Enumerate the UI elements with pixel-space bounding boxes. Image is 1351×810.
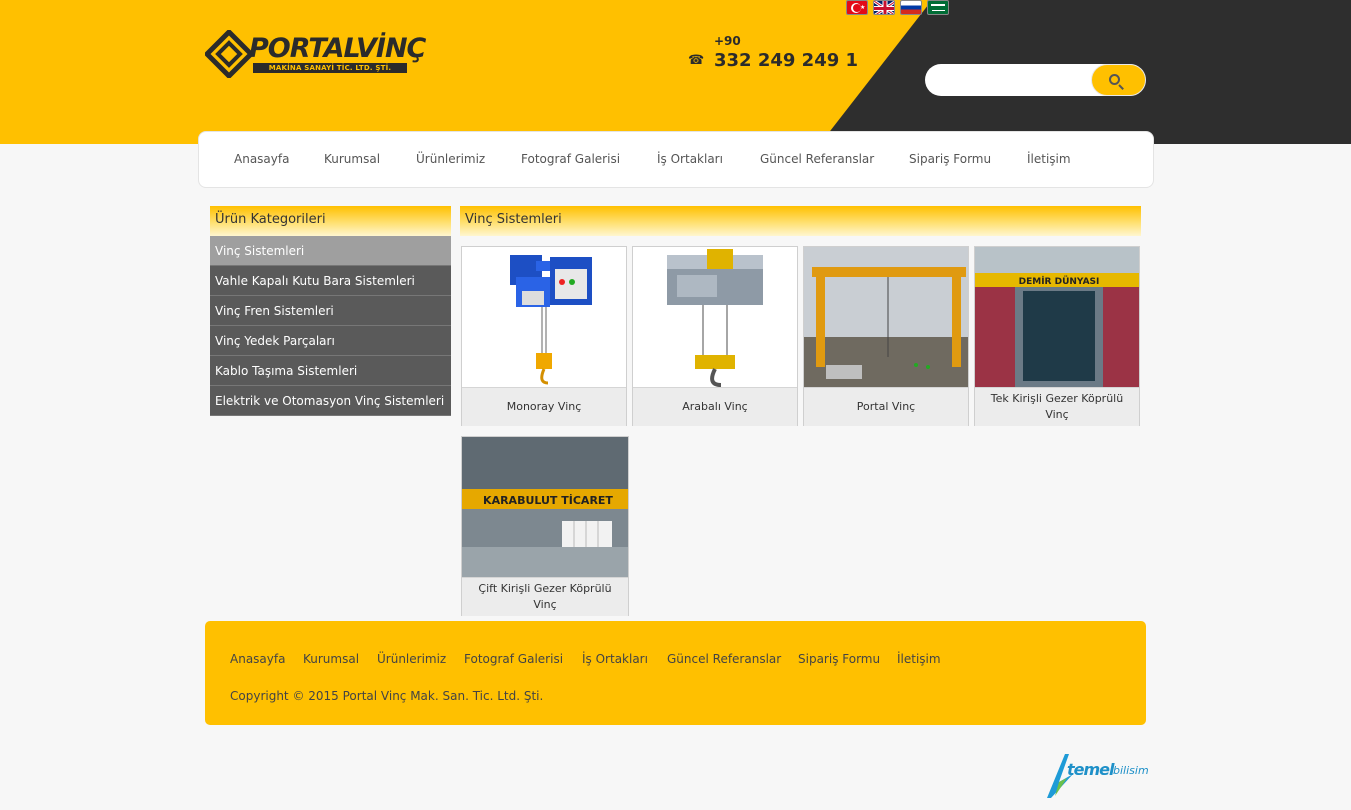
- category-sidebar: Ürün Kategorileri Vinç Sistemleri Vahle …: [210, 206, 451, 416]
- product-card[interactable]: Arabalı Vinç: [632, 246, 798, 426]
- developer-name: temel: [1067, 760, 1115, 779]
- footer-link-iletisim[interactable]: İletişim: [897, 652, 941, 666]
- product-image-monoray: [462, 247, 626, 387]
- main-navigation: Anasayfa Kurumsal Ürünlerimiz Fotograf G…: [198, 131, 1154, 188]
- nav-item-iletisim[interactable]: İletişim: [1027, 152, 1071, 166]
- footer: Anasayfa Kurumsal Ürünlerimiz Fotograf G…: [205, 621, 1146, 725]
- footer-link-guncel-referanslar[interactable]: Güncel Referanslar: [667, 652, 781, 666]
- footer-link-is-ortaklari[interactable]: İş Ortakları: [582, 652, 648, 666]
- product-image-portal: [804, 247, 968, 387]
- banner-text-karabulut: KARABULUT TİCARET: [483, 493, 613, 507]
- sidebar-item-kablo-tasima[interactable]: Kablo Taşıma Sistemleri: [210, 356, 451, 386]
- developer-suffix: bilisim: [1113, 764, 1149, 777]
- product-card[interactable]: DEMİR DÜNYASI Tek Kirişli Gezer Köprülü …: [974, 246, 1140, 426]
- footer-link-fotograf-galerisi[interactable]: Fotograf Galerisi: [464, 652, 563, 666]
- search-input[interactable]: [937, 70, 1087, 90]
- telephone-icon: ☎: [688, 53, 705, 68]
- footer-link-urunlerimiz[interactable]: Ürünlerimiz: [377, 652, 446, 666]
- site-logo[interactable]: PORTALVİNÇ MAKİNA SANAYİ TİC. LTD. ŞTİ.: [205, 30, 426, 78]
- product-image-arabali: [633, 247, 797, 387]
- language-selector: ★: [846, 0, 949, 16]
- phone-number: 332 249 249 1: [714, 50, 859, 71]
- nav-item-is-ortaklari[interactable]: İş Ortakları: [657, 152, 723, 166]
- sidebar-title: Ürün Kategorileri: [210, 206, 451, 236]
- product-caption: Arabalı Vinç: [633, 387, 797, 426]
- search-icon: [1109, 74, 1120, 85]
- footer-link-kurumsal[interactable]: Kurumsal: [303, 652, 359, 666]
- nav-item-kurumsal[interactable]: Kurumsal: [324, 152, 380, 166]
- product-caption: Portal Vinç: [804, 387, 968, 426]
- product-card[interactable]: KARABULUT TİCARET Çift Kirişli Gezer Köp…: [461, 436, 629, 616]
- page-title: Vinç Sistemleri: [460, 206, 1141, 236]
- developer-logo[interactable]: temel bilisim: [1045, 752, 1149, 800]
- nav-item-anasayfa[interactable]: Anasayfa: [234, 152, 289, 166]
- nav-item-urunlerimiz[interactable]: Ürünlerimiz: [416, 152, 485, 166]
- nav-item-fotograf-galerisi[interactable]: Fotograf Galerisi: [521, 152, 620, 166]
- sidebar-item-vinc-fren[interactable]: Vinç Fren Sistemleri: [210, 296, 451, 326]
- content-header: Vinç Sistemleri: [460, 206, 1141, 236]
- phone-prefix: +90: [714, 34, 741, 48]
- logo-diamond-icon: [205, 30, 253, 78]
- sidebar-item-yedek-parcalar[interactable]: Vinç Yedek Parçaları: [210, 326, 451, 356]
- nav-item-siparis-formu[interactable]: Sipariş Formu: [909, 152, 991, 166]
- footer-link-siparis-formu[interactable]: Sipariş Formu: [798, 652, 880, 666]
- nav-item-guncel-referanslar[interactable]: Güncel Referanslar: [760, 152, 874, 166]
- search-button[interactable]: [1091, 64, 1146, 96]
- product-caption: Tek Kirişli Gezer Köprülü Vinç: [975, 387, 1139, 426]
- flag-tr-icon[interactable]: ★: [846, 0, 868, 15]
- product-image-tek-kirisli: DEMİR DÜNYASI: [975, 247, 1139, 387]
- copyright-text: Copyright © 2015 Portal Vinç Mak. San. T…: [230, 689, 544, 703]
- banner-text-demir: DEMİR DÜNYASI: [1019, 276, 1100, 287]
- sidebar-item-elektrik-otomasyon[interactable]: Elektrik ve Otomasyon Vinç Sistemleri: [210, 386, 451, 416]
- product-caption: Çift Kirişli Gezer Köprülü Vinç: [462, 577, 628, 616]
- logo-wordmark: PORTALVİNÇ: [249, 33, 426, 64]
- product-card[interactable]: Monoray Vinç: [461, 246, 627, 426]
- product-card[interactable]: Portal Vinç: [803, 246, 969, 426]
- footer-link-anasayfa[interactable]: Anasayfa: [230, 652, 285, 666]
- flag-ru-icon[interactable]: [900, 0, 922, 15]
- flag-gb-icon[interactable]: [873, 0, 895, 15]
- flag-sa-icon[interactable]: [927, 0, 949, 15]
- sidebar-item-vinc-sistemleri[interactable]: Vinç Sistemleri: [210, 236, 451, 266]
- product-image-cift-kirisli: KARABULUT TİCARET: [462, 437, 628, 577]
- product-caption: Monoray Vinç: [462, 387, 626, 426]
- logo-tagline: MAKİNA SANAYİ TİC. LTD. ŞTİ.: [253, 63, 407, 73]
- sidebar-item-vahle[interactable]: Vahle Kapalı Kutu Bara Sistemleri: [210, 266, 451, 296]
